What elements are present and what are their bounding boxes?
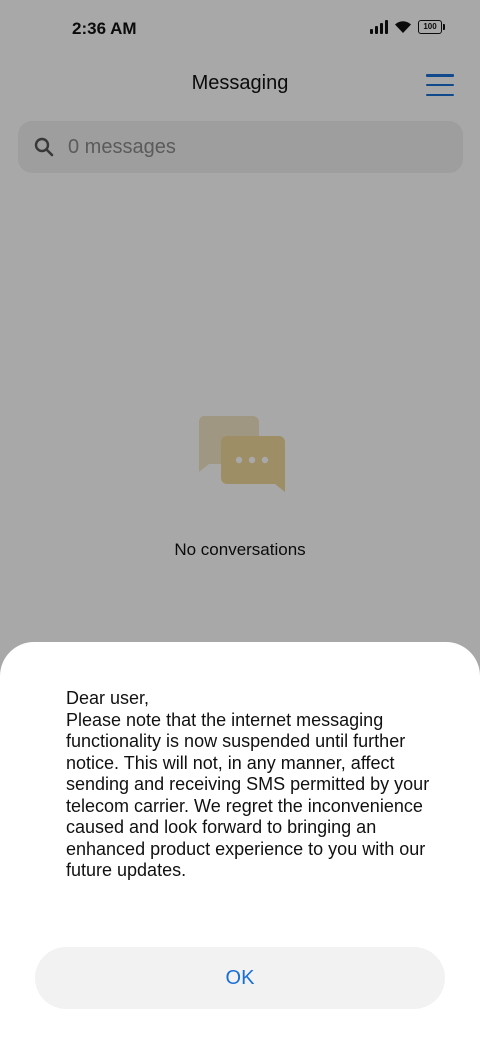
- dialog-message: Dear user, Please note that the internet…: [66, 688, 430, 880]
- ok-button[interactable]: OK: [35, 947, 445, 1009]
- notice-dialog: Dear user, Please note that the internet…: [0, 642, 480, 1040]
- messaging-screen: 2:36 AM 100 Messaging 0 messages No conv…: [0, 0, 480, 1040]
